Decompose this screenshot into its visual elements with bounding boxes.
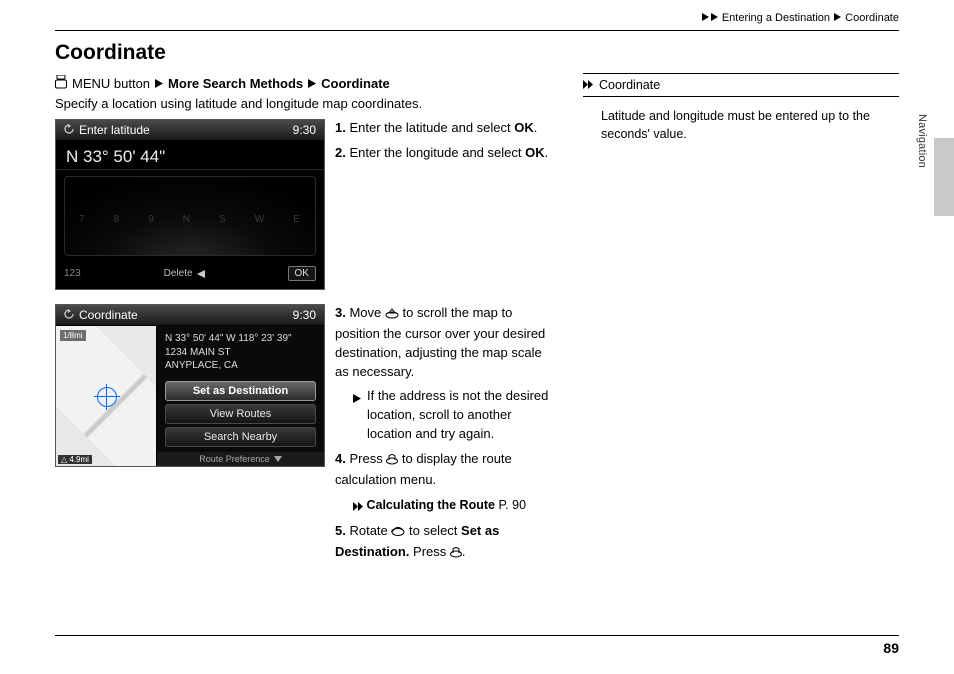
map-distance: △ 4.9mi (58, 455, 92, 464)
address-readout: N 33° 50' 44" W 118° 23' 39" 1234 MAIN S… (157, 326, 324, 379)
breadcrumb-level-1: Entering a Destination (722, 12, 830, 24)
delete-button: Delete (164, 268, 205, 279)
latitude-readout: N 33° 50' 44" (56, 141, 324, 170)
triangle-icon (711, 13, 718, 21)
main-column: MENU button More Search Methods Coordina… (55, 73, 555, 583)
step-text: Rotate to select Set as Destination. Pre… (335, 523, 499, 559)
menu-footer: Route Preference (157, 452, 324, 466)
link-icon (583, 78, 593, 92)
side-note-header: Coordinate (583, 73, 899, 97)
press-button-icon (386, 452, 398, 471)
side-column: Coordinate Latitude and longitude must b… (583, 73, 899, 583)
device-clock: 9:30 (293, 123, 316, 137)
press-button-icon (450, 545, 462, 564)
step-text: Enter the latitude and select (349, 120, 514, 135)
section-tab (934, 138, 954, 216)
step-number: 1. (335, 120, 346, 135)
triangle-icon (308, 79, 316, 88)
rotary-dial-icon (391, 524, 405, 543)
menu-set-as-destination: Set as Destination (165, 381, 316, 401)
menu-search-nearby: Search Nearby (165, 427, 316, 447)
page-title: Coordinate (55, 41, 899, 65)
page-number: 89 (55, 635, 899, 656)
link-icon (353, 498, 363, 516)
menu-path: MENU button More Search Methods Coordina… (55, 75, 555, 92)
step-text: Enter the longitude and select (349, 145, 525, 160)
triangle-icon (353, 390, 361, 444)
joystick-icon (385, 306, 399, 325)
breadcrumb: Entering a Destination Coordinate (55, 0, 899, 31)
cross-reference: Calculating the Route P. 90 (335, 496, 555, 516)
triangle-icon (834, 13, 841, 21)
menu-button-icon (55, 75, 67, 92)
device-title: Coordinate (79, 308, 138, 322)
input-dial: 789NSWE (64, 176, 316, 256)
step-ok: OK (514, 120, 534, 135)
triangle-icon (702, 13, 709, 21)
triangle-icon (155, 79, 163, 88)
screenshot-coordinate-map: Coordinate 9:30 1/8mi △ 4.9mi N (55, 304, 325, 467)
keypad-label: 123 (64, 268, 81, 279)
map-scale: 1/8mi (60, 330, 86, 341)
map-preview: 1/8mi △ 4.9mi (56, 326, 157, 466)
device-clock: 9:30 (293, 308, 316, 322)
step-text: Press to display the route calculation m… (335, 451, 512, 487)
back-icon (64, 123, 74, 137)
map-cursor-icon (97, 387, 117, 407)
path-text-1: MENU button (72, 76, 150, 91)
page: Entering a Destination Coordinate Coordi… (55, 0, 899, 650)
ok-button: OK (288, 266, 316, 281)
step-number: 5. (335, 523, 346, 538)
step-text: Move to scroll the map to position the c… (335, 305, 545, 379)
step-number: 4. (335, 451, 346, 466)
chevron-down-icon (274, 456, 282, 462)
device-title: Enter latitude (79, 123, 150, 137)
step-number: 3. (335, 305, 346, 320)
step-number: 2. (335, 145, 346, 160)
step-ok: OK (525, 145, 545, 160)
breadcrumb-level-2: Coordinate (845, 12, 899, 24)
screenshot-enter-latitude: Enter latitude 9:30 N 33° 50' 44" 789NSW… (55, 119, 325, 290)
path-text-3: Coordinate (321, 76, 390, 91)
section-tab-label: Navigation (916, 114, 928, 168)
triangle-left-icon (197, 270, 205, 278)
path-text-2: More Search Methods (168, 76, 303, 91)
intro-text: Specify a location using latitude and lo… (55, 96, 555, 111)
back-icon (64, 308, 74, 322)
side-note-body: Latitude and longitude must be entered u… (583, 97, 899, 143)
step-subtext: If the address is not the desired locati… (367, 387, 555, 444)
menu-view-routes: View Routes (165, 404, 316, 424)
